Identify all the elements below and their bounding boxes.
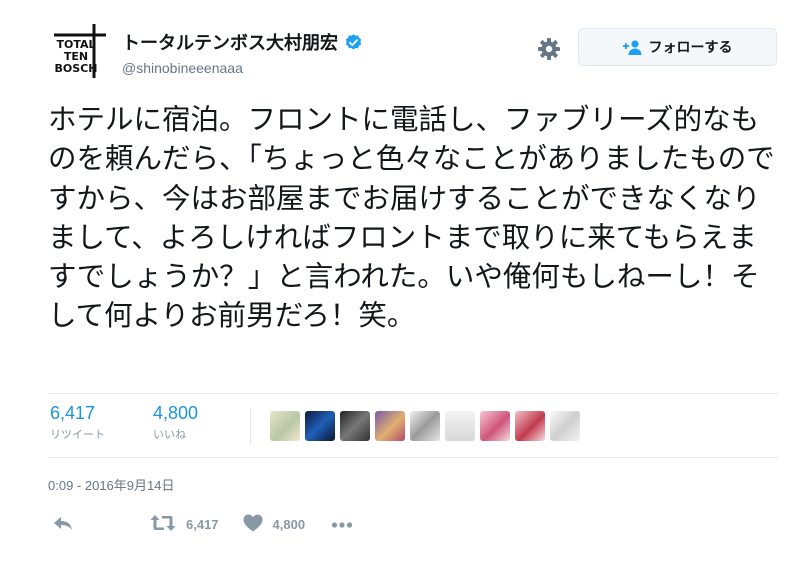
tweet-timestamp[interactable]: 0:09 - 2016年9月14日 [48, 475, 174, 494]
liker-avatar[interactable] [550, 411, 580, 441]
like-count[interactable]: 4,800 [153, 403, 198, 424]
user-handle[interactable]: @shinobineeenaaa [122, 60, 363, 76]
retweet-action-count: 6,417 [186, 516, 219, 532]
liker-avatar[interactable] [515, 411, 545, 441]
retweet-label: リツイート [50, 428, 105, 441]
liker-avatar[interactable] [340, 411, 370, 441]
tweet-text: ホテルに宿泊。フロントに電話し、ファブリーズ的なものを頼んだら、「ちょっと色々な… [48, 103, 775, 333]
more-icon [331, 517, 353, 532]
total-tenbosch-logo: TOTAL TEN BOSCH [54, 24, 106, 78]
liker-avatar[interactable] [445, 411, 475, 441]
avatar[interactable]: TOTAL TEN BOSCH [50, 22, 108, 80]
follow-button[interactable]: フォローする [578, 28, 777, 66]
liker-avatar[interactable] [270, 411, 300, 441]
reply-icon [52, 514, 74, 535]
divider [48, 457, 778, 458]
gear-icon[interactable] [537, 37, 561, 61]
heart-icon [243, 514, 263, 535]
follow-button-label: フォローする [648, 40, 733, 56]
liker-avatar[interactable] [305, 411, 335, 441]
divider [48, 393, 778, 394]
retweet-count[interactable]: 6,417 [50, 403, 105, 424]
add-user-icon [622, 39, 643, 55]
like-stat[interactable]: 4,800 いいね [153, 403, 198, 442]
stats-divider [250, 408, 251, 444]
retweet-stat[interactable]: 6,417 リツイート [50, 403, 105, 442]
like-action-count: 4,800 [272, 516, 306, 532]
verified-badge-icon [344, 33, 363, 52]
liker-avatar[interactable] [480, 411, 510, 441]
retweet-icon [150, 514, 176, 535]
display-name-row[interactable]: トータルテンボス大村朋宏 [122, 29, 363, 55]
liker-avatars [270, 411, 580, 441]
retweet-button[interactable]: 6,417 [150, 514, 219, 535]
like-label: いいね [153, 428, 186, 441]
reply-button[interactable] [52, 514, 74, 535]
liker-avatar[interactable] [375, 411, 405, 441]
more-button[interactable] [331, 517, 353, 532]
svg-text:BOSCH: BOSCH [55, 62, 98, 75]
like-button[interactable]: 4,800 [243, 514, 306, 535]
display-name[interactable]: トータルテンボス大村朋宏 [122, 29, 338, 55]
user-info: トータルテンボス大村朋宏 @shinobineeenaaa [122, 29, 363, 76]
liker-avatar[interactable] [410, 411, 440, 441]
tweet-actions: 6,417 4,800 [52, 512, 353, 536]
